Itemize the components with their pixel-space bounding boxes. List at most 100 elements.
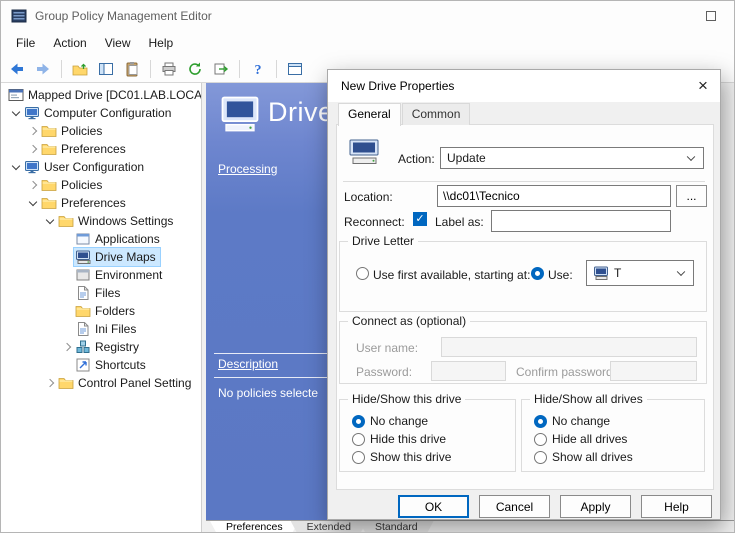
tree-item-label: Drive Maps [95,250,156,264]
back-icon[interactable] [5,58,29,80]
tab-common[interactable]: Common [402,103,471,125]
toolbar-separator [239,60,240,78]
show-console-tree-icon[interactable] [94,58,118,80]
confirm-password-label: Confirm password: [516,365,616,379]
expand-icon[interactable] [60,338,74,356]
expander-spacer [60,266,74,284]
forward-icon[interactable] [31,58,55,80]
tree-item-label: Preferences [61,142,126,156]
tree-item-windows-settings[interactable]: Windows Settings [1,212,201,230]
location-label: Location: [344,190,393,204]
close-icon[interactable] [686,73,720,99]
maximize-icon [706,11,716,21]
tree-item-label: Computer Configuration [44,106,171,120]
chevron-down-icon [687,153,695,161]
use-radio[interactable] [531,267,544,280]
radio-option-no-change[interactable]: No change [352,413,511,429]
use-label: Use: [548,268,573,282]
folder-icon [41,195,57,211]
collapse-icon[interactable] [9,158,23,176]
drive-letter-dropdown[interactable]: T [586,260,694,286]
view-tab-preferences[interactable]: Preferences [210,521,299,533]
view-tab-standard[interactable]: Standard [359,521,434,533]
radio-option-show-this-drive[interactable]: Show this drive [352,449,511,465]
tree-item-applications[interactable]: Applications [1,230,201,248]
toolbar-separator [276,60,277,78]
tree-item-registry[interactable]: Registry [1,338,201,356]
collapse-icon[interactable] [43,212,57,230]
menu-view[interactable]: View [96,31,140,56]
tree-item-shortcuts[interactable]: Shortcuts [1,356,201,374]
user-name-label: User name: [356,341,418,355]
tree-item-label: Folders [95,304,135,318]
vertical-scrollbar[interactable] [720,83,734,520]
tree-item-drive-maps[interactable]: Drive Maps [1,248,201,266]
computer-icon [24,105,40,121]
action-dropdown[interactable]: Update [440,147,704,169]
tree-item-computer-configuration[interactable]: Computer Configuration [1,104,201,122]
description-link[interactable]: Description [218,357,278,371]
mmc-console-icon [11,8,27,24]
radio-option-no-change[interactable]: No change [534,413,700,429]
expand-icon[interactable] [26,140,40,158]
processing-link[interactable]: Processing [218,162,277,176]
app-icon [75,231,91,247]
collapse-icon[interactable] [9,104,23,122]
paste-icon[interactable] [120,58,144,80]
connect-as-group: Connect as (optional) User name: Passwor… [339,321,707,384]
radio-option-label: Show all drives [552,450,633,464]
tree-item-control-panel-setting[interactable]: Control Panel Setting [1,374,201,392]
tree-item-folders[interactable]: Folders [1,302,201,320]
menu-file[interactable]: File [7,31,44,56]
view-tab-bar: PreferencesExtendedStandard [206,520,734,533]
up-one-level-icon[interactable] [68,58,92,80]
tree-item-label: Policies [61,124,102,138]
refresh-icon[interactable] [183,58,207,80]
tree-item-preferences[interactable]: Preferences [1,140,201,158]
label-as-label: Label as: [435,215,484,229]
tree-item-mapped-drive-dc01-lab-loca[interactable]: Mapped Drive [DC01.LAB.LOCA [1,86,201,104]
radio-option-show-all-drives[interactable]: Show all drives [534,449,700,465]
tree-item-preferences[interactable]: Preferences [1,194,201,212]
tree-node: Files [74,284,124,302]
menu-action[interactable]: Action [44,31,95,56]
expander-spacer [60,356,74,374]
expand-icon[interactable] [26,176,40,194]
maximize-button[interactable] [696,5,726,27]
drive-maps-header-icon [219,95,261,135]
tree-item-ini-files[interactable]: Ini Files [1,320,201,338]
radio-option-label: Hide all drives [552,432,627,446]
use-first-available-radio[interactable] [356,267,369,280]
tree-item-environment[interactable]: Environment [1,266,201,284]
view-tab-extended[interactable]: Extended [291,521,367,533]
shortcut-icon [75,357,91,373]
drive-letter-value: T [614,266,621,280]
menu-help[interactable]: Help [140,31,183,56]
tree-item-files[interactable]: Files [1,284,201,302]
tab-general[interactable]: General [338,103,401,126]
tree-node: Preferences [40,194,130,212]
print-icon[interactable] [157,58,181,80]
help-icon[interactable]: ? [246,58,270,80]
tree-item-policies[interactable]: Policies [1,176,201,194]
expand-icon[interactable] [26,122,40,140]
export-list-icon[interactable] [209,58,233,80]
new-drive-properties-dialog: New Drive Properties GeneralCommon Actio… [327,69,721,520]
tree-node: Policies [40,176,106,194]
tree-item-policies[interactable]: Policies [1,122,201,140]
expand-icon[interactable] [43,374,57,392]
cancel-button[interactable]: Cancel [479,495,550,518]
tree-item-user-configuration[interactable]: User Configuration [1,158,201,176]
reconnect-checkbox[interactable] [413,212,427,226]
radio-option-hide-this-drive[interactable]: Hide this drive [352,431,511,447]
ok-button[interactable]: OK [398,495,469,518]
radio-option-hide-all-drives[interactable]: Hide all drives [534,431,700,447]
collapse-icon[interactable] [26,194,40,212]
apply-button[interactable]: Apply [560,495,631,518]
location-input[interactable] [437,185,671,207]
env-icon [75,267,91,283]
label-as-input[interactable] [491,210,671,232]
new-taskpad-view-icon[interactable] [283,58,307,80]
browse-button[interactable]: ... [676,185,707,207]
help-button[interactable]: Help [641,495,712,518]
